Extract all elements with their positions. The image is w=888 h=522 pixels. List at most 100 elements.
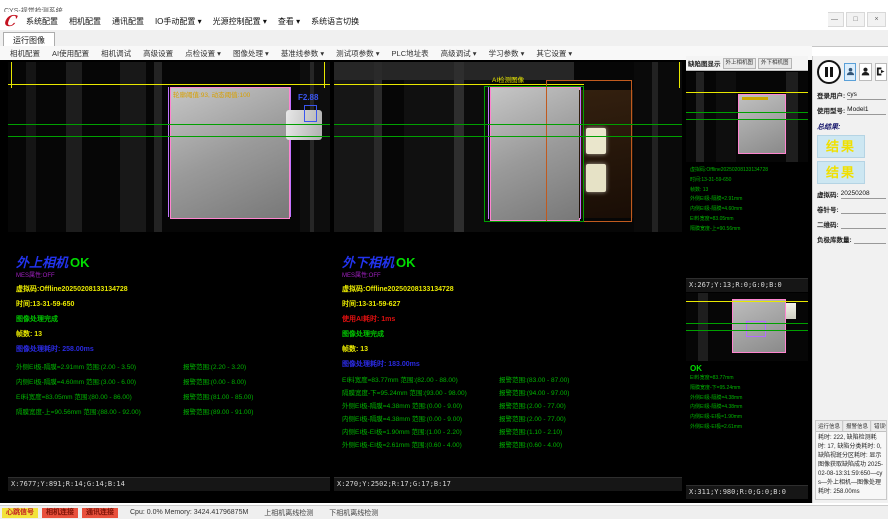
- toolbar-item[interactable]: 高级调试 ▾: [441, 48, 477, 59]
- menu-item[interactable]: 系统语言切换: [311, 16, 359, 27]
- sidebar-field: 二维码:: [817, 219, 886, 229]
- field-value[interactable]: [841, 220, 886, 229]
- info-tab[interactable]: 错误信息: [872, 421, 887, 431]
- status-badges: 心跳信号相机连接通讯连接: [2, 508, 118, 518]
- left-camera-image[interactable]: 轮廓阈值:93, 动态阈值:100 F2.88: [8, 62, 330, 232]
- close-button[interactable]: ×: [867, 12, 886, 27]
- measurement-value: 外侧EI极-隔膜=2.91mm 范围:(2.00 - 3.50): [16, 360, 183, 375]
- sidebar-fields: 虚拟码: 20250208 卷针号: 二维码: 负极库数量:: [813, 189, 888, 244]
- measure-green-line: [8, 136, 330, 137]
- thumb-text-line: 外侧EI极-隔膜=2.91mm: [690, 195, 808, 205]
- title-bar: CYS-视觉检测系统: [0, 0, 888, 12]
- left-result-text: 外上相机OK MES属性:OFF 虚拟码:Offline202502081331…: [16, 256, 328, 420]
- app-window: CYS-视觉检测系统 — □ × C 系统配置相机配置通讯配置IO手动配置 ▾光…: [0, 0, 888, 522]
- status-badge: 相机连接: [42, 508, 78, 518]
- defect-tab-upper[interactable]: 外上相机图: [723, 58, 757, 69]
- measure-green-line: [334, 124, 682, 125]
- middle-camera-image[interactable]: AI检测图像: [334, 62, 682, 232]
- toolbar-item[interactable]: 相机调试: [101, 48, 131, 59]
- model-value[interactable]: Model1: [847, 106, 886, 115]
- toolbar-item[interactable]: 点检设置 ▾: [185, 48, 221, 59]
- toolbar-item[interactable]: 其它设置 ▾: [536, 48, 572, 59]
- measurement-row: 外侧EI极-EI极=2.61mm 范围:(0.60 - 4.00) 报警范围:(…: [342, 439, 680, 452]
- toolbar-item[interactable]: 相机配置: [10, 48, 40, 59]
- thumb1-coordinate-bar: X:267;Y:13;R:0;G:0;B:0: [686, 278, 808, 292]
- result-box-lower: 结果: [817, 161, 865, 184]
- measurement-value: 内侧EI极-隔膜=4.60mm 范围:(3.00 - 6.00): [16, 375, 183, 390]
- measurement-value: 隔膜宽度-下=95.24mm 范围:(93.00 - 98.00): [342, 387, 499, 400]
- middle-camera-panel: AI检测图像 外下相机OK MES属性:OFF 虚拟码:Offline20250…: [334, 62, 682, 491]
- measurement-rows: EI料宽度=83.77mm 范围:(82.00 - 88.00) 报警范围:(8…: [342, 374, 680, 452]
- menu-item[interactable]: 查看 ▾: [278, 16, 300, 27]
- menu-item[interactable]: IO手动配置 ▾: [155, 16, 202, 27]
- toolbar-item[interactable]: 基准线参数 ▾: [281, 48, 324, 59]
- tab-strip: 运行图像: [0, 30, 888, 47]
- thumb2-ok-status: OK: [690, 364, 808, 374]
- baseline-yellow-line: [8, 84, 330, 85]
- virtual-code: 虚拟码:Offline20250208133134728: [342, 284, 680, 294]
- thumb1-image[interactable]: [686, 72, 808, 162]
- menu-item[interactable]: 光源控制配置 ▾: [213, 16, 267, 27]
- log-text: 耗时: 222, 缺陷检测耗时: 17, 缺陷分类耗时: 0, 缺陷视斑分区耗时…: [816, 432, 886, 499]
- alarm-range: 报警范围:(2.20 - 3.20): [183, 360, 246, 375]
- status-bar: 心跳信号相机连接通讯连接 Cpu: 0.0% Memory: 3424.4179…: [0, 505, 888, 519]
- measurement-value: 外侧EI极-隔膜=4.38mm 范围:(0.00 - 9.00): [342, 400, 499, 413]
- mes-status: MES属性:OFF: [16, 270, 328, 279]
- menu-item[interactable]: 通讯配置: [112, 16, 144, 27]
- login-user-label: 登录用户:: [817, 90, 845, 100]
- defect-display-column: 缺陷图显示 外上相机图 外下相机图 虚拟码:Offline20250208133…: [686, 56, 808, 498]
- info-tabs: 运行信息报警信息错误信息: [816, 421, 886, 432]
- info-tab[interactable]: 报警信息: [844, 421, 871, 431]
- thumb-text-line: 内侧EI极-隔膜=4.60mm: [690, 205, 808, 215]
- thumb-text-line: 外侧EI极-隔膜=4.38mm: [690, 394, 808, 404]
- model-label: 使用型号:: [817, 105, 845, 115]
- thumb-text-line: 隔膜宽度-上=90.56mm: [690, 225, 808, 235]
- window-controls: — □ ×: [825, 12, 886, 27]
- model-field: 使用型号: Model1: [817, 105, 886, 115]
- measurement-rows: 外侧EI极-隔膜=2.91mm 范围:(2.00 - 3.50) 报警范围:(2…: [16, 360, 328, 420]
- field-value[interactable]: [841, 205, 886, 214]
- measurement-value: 隔膜宽度-上=90.56mm 范围:(88.00 - 92.00): [16, 405, 183, 420]
- mes-status: MES属性:OFF: [342, 270, 680, 279]
- frame-count: 帧数: 13: [16, 329, 328, 339]
- defect-tab-lower[interactable]: 外下相机图: [758, 58, 792, 69]
- alarm-range: 报警范围:(1.10 - 2.10): [499, 426, 562, 439]
- maximize-button[interactable]: □: [846, 12, 865, 27]
- sidebar-field: 负极库数量:: [817, 234, 886, 244]
- measurement-row: 外侧EI极-隔膜=4.38mm 范围:(0.00 - 9.00) 报警范围:(2…: [342, 400, 680, 413]
- user-manage-button[interactable]: [859, 63, 871, 81]
- toolbar-item[interactable]: 高级设置: [143, 48, 173, 59]
- toolbar-item[interactable]: 图像处理 ▾: [233, 48, 269, 59]
- thumb-text-line: 隔膜宽度-下=95.24mm: [690, 384, 808, 394]
- toolbar-item[interactable]: AI使用配置: [52, 48, 89, 59]
- toolbar-item[interactable]: PLC地址表: [392, 48, 429, 59]
- menu-item[interactable]: 相机配置: [69, 16, 101, 27]
- toolbar-item[interactable]: 学习参数 ▾: [488, 48, 524, 59]
- thumb-text-line: EI料宽度=83.05mm: [690, 215, 808, 225]
- measure-overlay-label: F2.88: [298, 93, 318, 102]
- field-value[interactable]: [854, 235, 886, 244]
- login-user-value[interactable]: cys: [847, 91, 886, 100]
- measurement-row: 内侧EI极-隔膜=4.38mm 范围:(0.00 - 9.00) 报警范围:(2…: [342, 413, 680, 426]
- pause-button[interactable]: [817, 60, 841, 84]
- menu-bar: C 系统配置相机配置通讯配置IO手动配置 ▾光源控制配置 ▾查看 ▾系统语言切换: [0, 12, 828, 30]
- logout-icon: [876, 63, 885, 81]
- toolbar-item[interactable]: 测试项参数 ▾: [336, 48, 379, 59]
- logout-button[interactable]: [875, 63, 887, 81]
- field-label: 负极库数量:: [817, 234, 852, 244]
- thumb-text-line: 内侧EI极-隔膜=4.38mm: [690, 403, 808, 413]
- camera-name: 外上相机: [16, 255, 68, 270]
- alarm-range: 报警范围:(83.00 - 87.00): [499, 374, 569, 387]
- thumb2-image[interactable]: [686, 293, 808, 361]
- alarm-range: 报警范围:(94.00 - 97.00): [499, 387, 569, 400]
- menu-item[interactable]: 系统配置: [26, 16, 58, 27]
- thumb-text-line: 外侧EI极-EI极=2.61mm: [690, 423, 808, 433]
- alarm-range: 报警范围:(89.00 - 91.00): [183, 405, 253, 420]
- tab-run-image[interactable]: 运行图像: [3, 32, 55, 47]
- ok-status: OK: [70, 255, 90, 270]
- thumb-text-line: 内侧EI极-EI极=1.90mm: [690, 413, 808, 423]
- user-login-button[interactable]: [844, 63, 856, 81]
- process-elapsed: 图像处理耗时: 258.00ms: [16, 344, 328, 354]
- field-value[interactable]: 20250208: [841, 190, 886, 199]
- info-tab[interactable]: 运行信息: [816, 421, 843, 431]
